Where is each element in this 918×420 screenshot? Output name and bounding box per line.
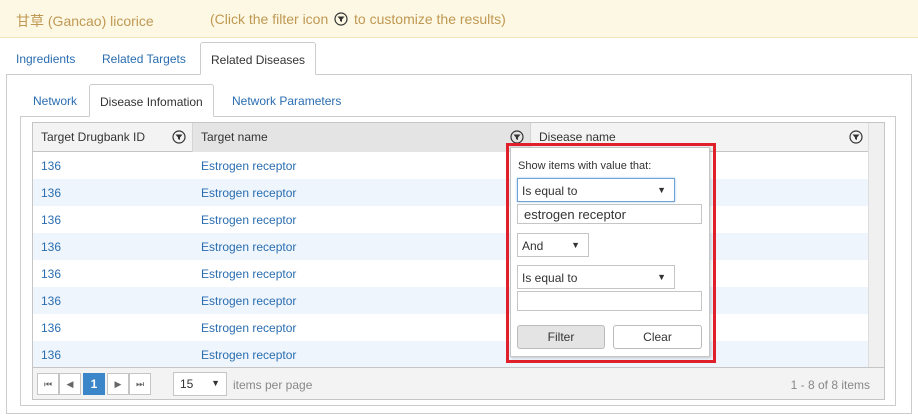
operator-select-2[interactable]: Is equal to ▼ — [517, 265, 675, 289]
tab-label: Related Targets — [102, 52, 186, 66]
logic-value: And — [522, 239, 544, 253]
cell-target-id[interactable]: 136 — [41, 348, 61, 362]
grid-rows: 136Estrogen receptorecified 136Estrogen … — [33, 152, 870, 368]
grid-pager: ⏮ ◀ 1 ▶ ⏭ 15 ▼ items per page 1 - 8 of 8… — [33, 367, 884, 399]
clear-button[interactable]: Clear — [613, 325, 702, 349]
table-row[interactable]: 136 Estrogen receptor — [33, 233, 870, 260]
cell-target-id[interactable]: 136 — [41, 267, 61, 281]
cell-target-id[interactable]: 136 — [41, 159, 61, 173]
column-header-target-name[interactable]: Target name — [193, 123, 531, 152]
page-header: 甘草 (Gancao) licorice (Click the filter i… — [0, 0, 918, 38]
prev-page-button[interactable]: ◀ — [59, 373, 81, 395]
cell-target-name[interactable]: Estrogen receptor — [201, 267, 296, 281]
cell-target-name[interactable]: Estrogen receptor — [201, 321, 296, 335]
cell-target-name[interactable]: Estrogen receptor — [201, 240, 296, 254]
page-size-select[interactable]: 15 ▼ — [173, 372, 227, 396]
chevron-down-icon: ▼ — [571, 240, 580, 250]
column-header-target-id[interactable]: Target Drugbank ID — [33, 123, 193, 152]
cell-target-name[interactable]: Estrogen receptor — [201, 159, 296, 173]
cell-target-name[interactable]: Estrogen receptor — [201, 186, 296, 200]
filter-icon — [334, 12, 348, 29]
hint-text-before: (Click the filter icon — [210, 11, 329, 27]
pager-info: 1 - 8 of 8 items — [790, 378, 870, 392]
filter-menu: Show items with value that: Is equal to … — [510, 147, 710, 357]
cell-target-name[interactable]: Estrogen receptor — [201, 294, 296, 308]
cell-target-id[interactable]: 136 — [41, 294, 61, 308]
cell-target-id[interactable]: 136 — [41, 240, 61, 254]
disease-grid: Target Drugbank ID Target name Disease n… — [32, 122, 885, 400]
first-page-button[interactable]: ⏮ — [37, 373, 59, 395]
filter-icon[interactable] — [172, 130, 186, 147]
table-row[interactable]: 136Estrogen receptorecified — [33, 152, 870, 179]
tab-ingredients[interactable]: Ingredients — [6, 42, 85, 74]
tab-network[interactable]: Network — [23, 84, 87, 117]
cell-target-name[interactable]: Estrogen receptor — [201, 213, 296, 227]
column-title: Target name — [201, 130, 268, 144]
next-page-button[interactable]: ▶ — [107, 373, 129, 395]
table-row[interactable]: 136 Estrogen receptor — [33, 260, 870, 287]
table-row[interactable]: 136 Estrogen receptor — [33, 314, 870, 341]
table-row[interactable]: 136 Estrogen receptor — [33, 179, 870, 206]
last-page-button[interactable]: ⏭ — [129, 373, 151, 395]
tab-label: Disease Infomation — [100, 95, 203, 109]
table-row[interactable]: 136 Estrogen receptor — [33, 341, 870, 368]
filter-icon[interactable] — [849, 130, 863, 147]
operator-value: Is equal to — [522, 271, 578, 285]
filter-value-input-2[interactable] — [517, 291, 702, 311]
chevron-down-icon: ▼ — [211, 378, 220, 388]
cell-target-name[interactable]: Estrogen receptor — [201, 348, 296, 362]
table-row[interactable]: 136 Estrogen receptor — [33, 206, 870, 233]
tab-label: Related Diseases — [211, 53, 306, 67]
tab-label: Network — [33, 94, 78, 108]
hint-text-after: to customize the results) — [354, 11, 506, 27]
table-row[interactable]: 136 Estrogen receptor — [33, 287, 870, 314]
tab-label: Network Parameters — [232, 94, 342, 108]
column-title: Disease name — [539, 130, 616, 144]
grid-header: Target Drugbank ID Target name Disease n… — [33, 123, 884, 152]
current-page-button[interactable]: 1 — [83, 373, 105, 395]
cell-target-id[interactable]: 136 — [41, 186, 61, 200]
tab-related-diseases[interactable]: Related Diseases — [200, 42, 317, 75]
filter-value-input-1[interactable]: estrogen receptor — [517, 204, 702, 224]
filter-hint: (Click the filter icon to customize the … — [210, 11, 506, 29]
items-per-page-label: items per page — [233, 378, 313, 392]
vertical-scrollbar[interactable] — [868, 123, 884, 367]
filter-button[interactable]: Filter — [517, 325, 605, 349]
logic-select[interactable]: And ▼ — [517, 233, 589, 257]
tab-disease-information[interactable]: Disease Infomation — [89, 84, 214, 117]
operator-value: Is equal to — [522, 184, 578, 198]
column-title: Target Drugbank ID — [41, 130, 146, 144]
tab-network-parameters[interactable]: Network Parameters — [222, 84, 351, 117]
tab-label: Ingredients — [16, 52, 76, 66]
operator-select-1[interactable]: Is equal to ▼ — [517, 178, 675, 202]
cell-target-id[interactable]: 136 — [41, 321, 61, 335]
tab-related-targets[interactable]: Related Targets — [92, 42, 196, 74]
page-size-value: 15 — [180, 377, 194, 391]
herb-title: 甘草 (Gancao) licorice — [16, 13, 154, 29]
filter-menu-label: Show items with value that: — [518, 160, 652, 172]
chevron-down-icon: ▼ — [657, 185, 666, 195]
chevron-down-icon: ▼ — [657, 272, 666, 282]
cell-target-id[interactable]: 136 — [41, 213, 61, 227]
